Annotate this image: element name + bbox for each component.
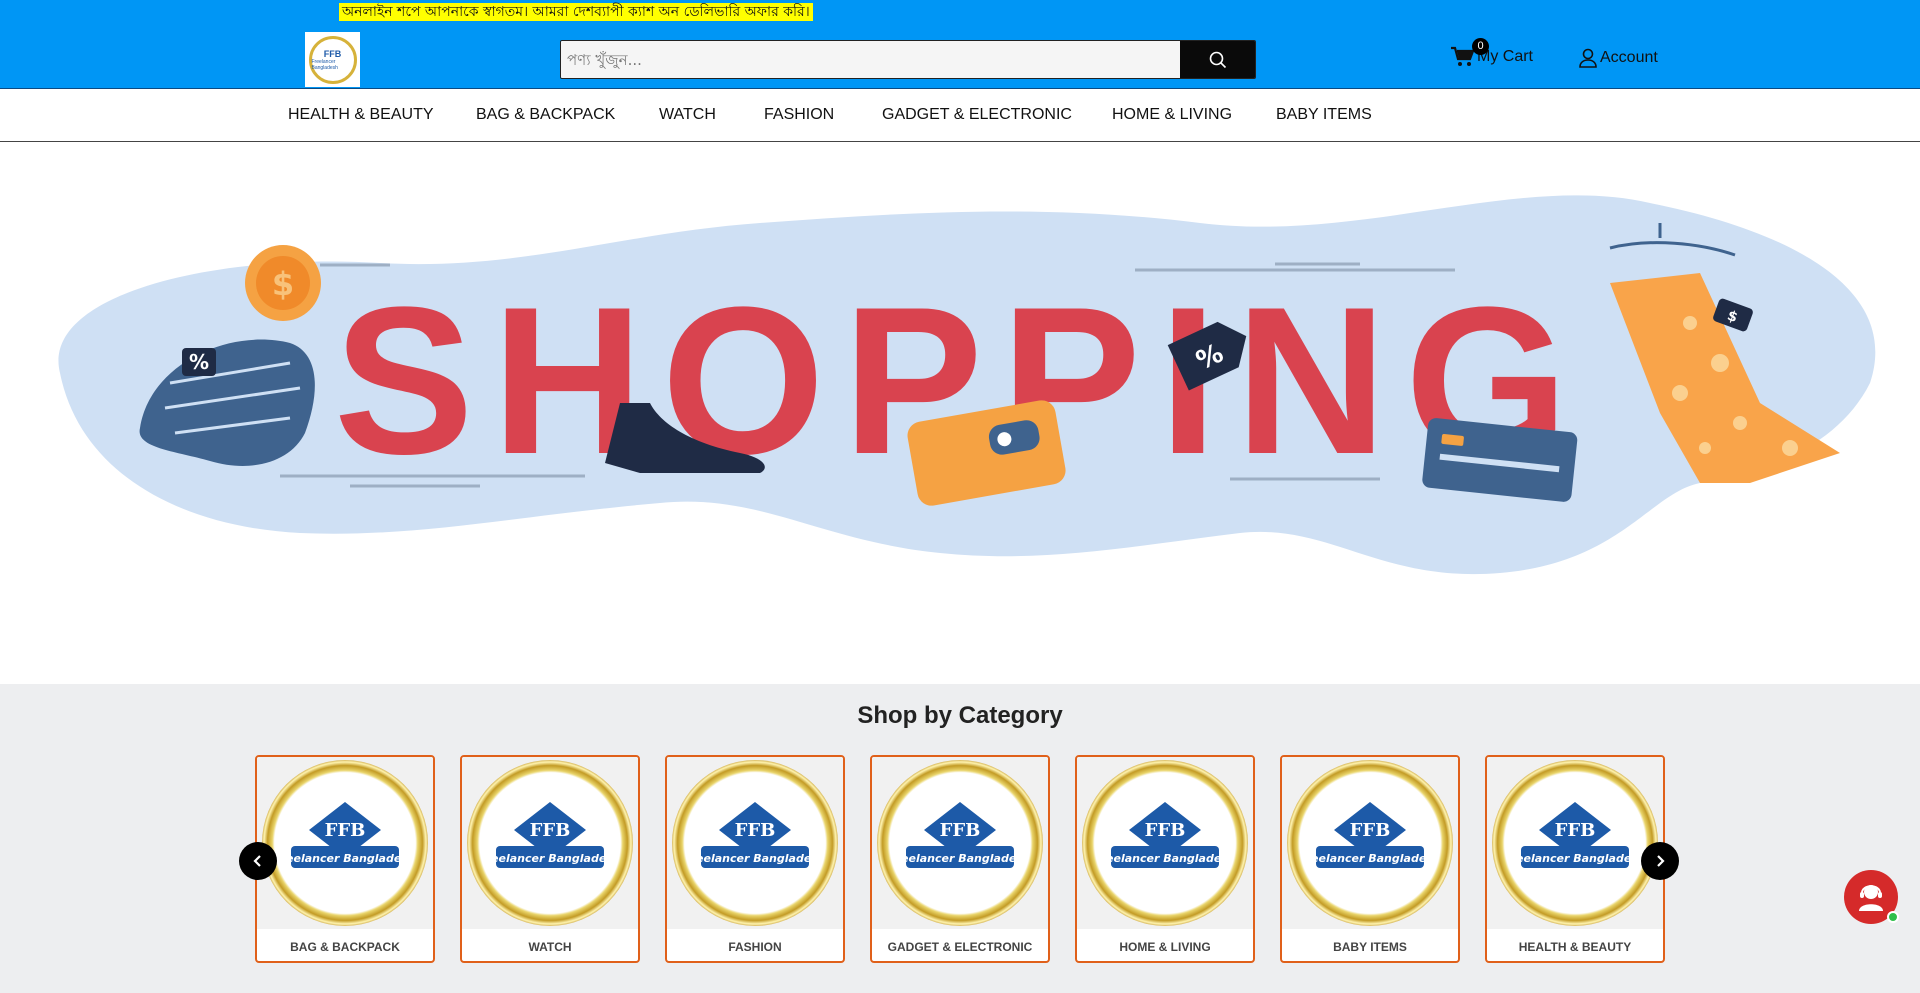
category-nav: HEALTH & BEAUTY BAG & BACKPACK WATCH FAS… <box>0 89 1920 142</box>
account-link[interactable]: Account <box>1578 48 1658 68</box>
cart-icon <box>1451 46 1474 66</box>
category-card-baby-items[interactable]: FFB Freelancer Bangladesh BABY ITEMS <box>1280 755 1460 963</box>
ffb-logo-icon: FFB Freelancer Bangladesh <box>1492 760 1658 926</box>
svg-text:Freelancer Bangladesh: Freelancer Bangladesh <box>285 852 405 865</box>
svg-text:FFB: FFB <box>1145 820 1186 841</box>
svg-text:FFB: FFB <box>735 820 776 841</box>
cart-link[interactable]: 0 My Cart <box>1450 38 1533 68</box>
category-image: FFB Freelancer Bangladesh <box>257 757 433 929</box>
svg-text:Freelancer Bangladesh: Freelancer Bangladesh <box>1515 852 1635 865</box>
announcement-bar: অনলাইন শপে আপনাকে স্বাগতম। আমরা দেশব্যাপ… <box>339 3 813 21</box>
svg-text:FFB: FFB <box>325 820 366 841</box>
svg-text:Freelancer Bangladesh: Freelancer Bangladesh <box>1105 852 1225 865</box>
search-icon <box>1209 51 1226 68</box>
ffb-logo-icon: FFB Freelancer Bangladesh <box>262 760 428 926</box>
cart-count-badge: 0 <box>1472 38 1489 55</box>
category-card-fashion[interactable]: FFB Freelancer Bangladesh FASHION <box>665 755 845 963</box>
nav-item-watch[interactable]: WATCH <box>659 106 716 124</box>
ffb-logo-icon: FFB Freelancer Bangladesh <box>467 760 633 926</box>
site-logo[interactable]: FFB Freelancer Bangladesh <box>305 32 360 87</box>
svg-text:$: $ <box>272 265 294 303</box>
carousel-next-button[interactable] <box>1641 842 1679 880</box>
category-label: FASHION <box>728 940 782 954</box>
category-card-health-beauty[interactable]: FFB Freelancer Bangladesh HEALTH & BEAUTY <box>1485 755 1665 963</box>
category-image: FFB Freelancer Bangladesh <box>462 757 638 929</box>
ffb-logo-icon: FFB Freelancer Bangladesh <box>1287 760 1453 926</box>
chevron-left-icon <box>253 855 261 867</box>
carousel-prev-button[interactable] <box>239 842 277 880</box>
svg-text:FFB: FFB <box>1555 820 1596 841</box>
search-bar <box>560 40 1256 79</box>
category-label: BABY ITEMS <box>1333 940 1407 954</box>
svg-text:%: % <box>189 350 209 374</box>
category-label: GADGET & ELECTRONIC <box>887 940 1033 954</box>
svg-text:Freelancer Bangladesh: Freelancer Bangladesh <box>490 852 610 865</box>
user-icon <box>1579 48 1597 68</box>
category-label: HOME & LIVING <box>1119 940 1211 954</box>
nav-item-fashion[interactable]: FASHION <box>764 106 834 124</box>
svg-text:Freelancer Bangladesh: Freelancer Bangladesh <box>695 852 815 865</box>
category-card-bag-backpack[interactable]: FFB Freelancer Bangladesh BAG & BACKPACK <box>255 755 435 963</box>
svg-text:FFB: FFB <box>530 820 571 841</box>
category-image: FFB Freelancer Bangladesh <box>1077 757 1253 929</box>
nav-item-home-living[interactable]: HOME & LIVING <box>1112 106 1232 124</box>
site-header: অনলাইন শপে আপনাকে স্বাগতম। আমরা দেশব্যাপ… <box>0 0 1920 89</box>
logo-badge: FFB Freelancer Bangladesh <box>308 35 357 84</box>
search-input[interactable] <box>561 41 1180 78</box>
online-status-dot <box>1887 911 1899 923</box>
svg-text:FFB: FFB <box>940 820 981 841</box>
category-label: WATCH <box>528 940 572 954</box>
section-title: Shop by Category <box>857 702 1063 729</box>
category-image: FFB Freelancer Bangladesh <box>1487 757 1663 929</box>
svg-text:Freelancer Bangladesh: Freelancer Bangladesh <box>1310 852 1430 865</box>
category-label: HEALTH & BEAUTY <box>1518 940 1632 954</box>
category-image: FFB Freelancer Bangladesh <box>1282 757 1458 929</box>
ffb-logo-icon: FFB Freelancer Bangladesh <box>877 760 1043 926</box>
category-label: BAG & BACKPACK <box>290 940 400 954</box>
svg-text:Freelancer Bangladesh: Freelancer Bangladesh <box>900 852 1020 865</box>
nav-item-bag-backpack[interactable]: BAG & BACKPACK <box>476 106 615 124</box>
category-card-gadget-electronic[interactable]: FFB Freelancer Bangladesh GADGET & ELECTR… <box>870 755 1050 963</box>
shopping-illustration: $ % SHOPPING % $ <box>58 195 1876 575</box>
shop-by-category: Shop by Category FFB Freelancer Banglades… <box>0 684 1920 993</box>
hero-banner[interactable]: $ % SHOPPING % $ <box>0 143 1920 683</box>
chevron-right-icon <box>1657 855 1665 867</box>
nav-item-health-beauty[interactable]: HEALTH & BEAUTY <box>288 106 434 124</box>
svg-text:FFB: FFB <box>1350 820 1391 841</box>
category-card-watch[interactable]: FFB Freelancer Bangladesh WATCH <box>460 755 640 963</box>
nav-item-baby-items[interactable]: BABY ITEMS <box>1276 106 1372 124</box>
account-label: Account <box>1600 49 1658 66</box>
nav-item-gadget-electronic[interactable]: GADGET & ELECTRONIC <box>882 106 1072 124</box>
contact-agent-icon <box>1859 885 1883 911</box>
category-image: FFB Freelancer Bangladesh <box>872 757 1048 929</box>
category-card-home-living[interactable]: FFB Freelancer Bangladesh HOME & LIVING <box>1075 755 1255 963</box>
search-button[interactable] <box>1180 41 1255 78</box>
category-image: FFB Freelancer Bangladesh <box>667 757 843 929</box>
ffb-logo-icon: FFB Freelancer Bangladesh <box>1082 760 1248 926</box>
ffb-logo-icon: FFB Freelancer Bangladesh <box>672 760 838 926</box>
